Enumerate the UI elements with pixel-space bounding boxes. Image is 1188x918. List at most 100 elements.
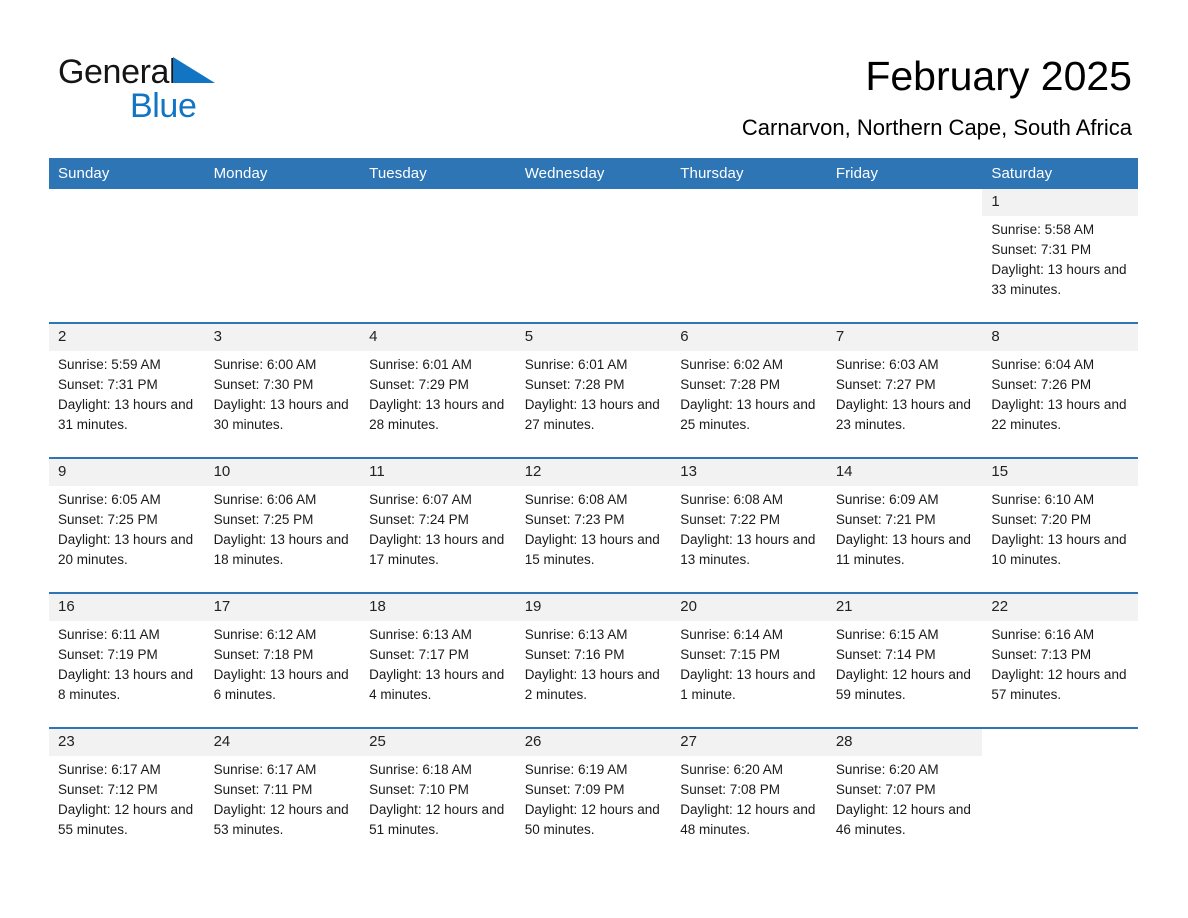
daylight-text: Daylight: 12 hours and 50 minutes.: [524, 802, 660, 837]
day-cell-content: 8 Sunrise: 6:04 AM Sunset: 7:26 PM Daylight…: [982, 324, 1138, 457]
calendar-day-cell[interactable]: 11 Sunrise: 6:07 AM Sunset: 7:24 PM Dayligh…: [360, 457, 516, 593]
sunrise-text: Sunrise: 5:59 AM: [58, 357, 161, 372]
calendar-day-cell[interactable]: 5 Sunrise: 6:01 AM Sunset: 7:28 PM Daylight…: [515, 322, 672, 458]
calendar-day-cell[interactable]: 18 Sunrise: 6:13 AM Sunset: 7:17 PM Dayligh…: [360, 592, 516, 728]
daylight-text: Daylight: 12 hours and 55 minutes.: [58, 802, 194, 837]
sunset-text: Sunset: 7:30 PM: [213, 377, 314, 392]
day-sun-info: Sunrise: 6:12 AM Sunset: 7:18 PM Daylight:…: [205, 621, 361, 705]
calendar-day-cell[interactable]: 16 Sunrise: 6:11 AM Sunset: 7:19 PM Dayligh…: [49, 592, 205, 728]
weekday-header-monday: Monday: [204, 158, 361, 189]
calendar-day-cell[interactable]: 20 Sunrise: 6:14 AM Sunset: 7:15 PM Dayligh…: [671, 592, 827, 728]
sunset-text: Sunset: 7:07 PM: [835, 782, 936, 797]
calendar-day-cell[interactable]: 6 Sunrise: 6:02 AM Sunset: 7:28 PM Daylight…: [671, 322, 827, 458]
sunset-text: Sunset: 7:31 PM: [58, 377, 158, 392]
day-sun-info: Sunrise: 6:02 AM Sunset: 7:28 PM Daylight:…: [671, 351, 827, 435]
calendar-day-cell[interactable]: 22 Sunrise: 6:16 AM Sunset: 7:13 PM Dayligh…: [982, 592, 1138, 728]
sunset-text: Sunset: 7:24 PM: [369, 512, 469, 527]
day-sun-info: Sunrise: 6:07 AM Sunset: 7:24 PM Daylight:…: [360, 486, 516, 570]
weekday-header-tuesday: Tuesday: [360, 158, 516, 189]
calendar-day-cell[interactable]: 23 Sunrise: 6:17 AM Sunset: 7:12 PM Dayligh…: [49, 727, 205, 862]
day-cell-content: 19 Sunrise: 6:13 AM Sunset: 7:16 PM Dayligh…: [515, 594, 672, 727]
day-number: 25: [360, 729, 516, 756]
day-cell-content: 1 Sunrise: 5:58 AM Sunset: 7:31 PM Daylight…: [982, 189, 1138, 322]
sunrise-text: Sunrise: 6:06 AM: [213, 492, 317, 507]
calendar-body: 1 Sunrise: 5:58 AM Sunset: 7:31 PM Daylight…: [49, 189, 1138, 862]
weekday-header-wednesday: Wednesday: [515, 158, 672, 189]
calendar-day-cell[interactable]: 19 Sunrise: 6:13 AM Sunset: 7:16 PM Dayligh…: [515, 592, 672, 728]
sunset-text: Sunset: 7:14 PM: [835, 647, 936, 662]
day-cell-content: 26 Sunrise: 6:19 AM Sunset: 7:09 PM Dayligh…: [515, 729, 672, 862]
weekday-header-sunday: Sunday: [49, 158, 205, 189]
day-cell-content: 18 Sunrise: 6:13 AM Sunset: 7:17 PM Dayligh…: [360, 594, 516, 727]
calendar-day-cell[interactable]: 14 Sunrise: 6:09 AM Sunset: 7:21 PM Dayligh…: [826, 457, 983, 593]
sunrise-text: Sunrise: 6:03 AM: [835, 357, 939, 372]
daylight-text: Daylight: 13 hours and 33 minutes.: [991, 262, 1127, 297]
day-number: 6: [671, 324, 827, 351]
day-cell-content: 25 Sunrise: 6:18 AM Sunset: 7:10 PM Dayligh…: [360, 729, 516, 862]
sunrise-text: Sunrise: 6:08 AM: [524, 492, 628, 507]
calendar-week-row: 2 Sunrise: 5:59 AM Sunset: 7:31 PM Daylight…: [49, 322, 1138, 458]
sunrise-text: Sunrise: 6:18 AM: [369, 762, 472, 777]
day-cell-content: 5 Sunrise: 6:01 AM Sunset: 7:28 PM Daylight…: [515, 324, 672, 457]
daylight-text: Daylight: 13 hours and 13 minutes.: [680, 532, 816, 567]
calendar-day-cell[interactable]: 10 Sunrise: 6:06 AM Sunset: 7:25 PM Dayligh…: [204, 457, 361, 593]
page-header: General Blue February 2025 Carnarvon, No…: [0, 0, 1188, 152]
sunrise-text: Sunrise: 6:13 AM: [524, 627, 628, 642]
calendar-day-cell[interactable]: 2 Sunrise: 5:59 AM Sunset: 7:31 PM Daylight…: [49, 322, 205, 458]
day-cell-content: [516, 189, 672, 322]
day-cell-content: [360, 189, 516, 322]
daylight-text: Daylight: 13 hours and 8 minutes.: [58, 667, 194, 702]
day-cell-content: 27 Sunrise: 6:20 AM Sunset: 7:08 PM Dayligh…: [671, 729, 827, 862]
calendar-day-cell[interactable]: 7 Sunrise: 6:03 AM Sunset: 7:27 PM Daylight…: [826, 322, 983, 458]
sunrise-text: Sunrise: 5:58 AM: [991, 222, 1095, 237]
calendar-day-cell[interactable]: 25 Sunrise: 6:18 AM Sunset: 7:10 PM Dayligh…: [360, 727, 516, 862]
calendar-day-cell[interactable]: 4 Sunrise: 6:01 AM Sunset: 7:29 PM Daylight…: [360, 322, 516, 458]
calendar-day-cell[interactable]: 12 Sunrise: 6:08 AM Sunset: 7:23 PM Dayligh…: [515, 457, 672, 593]
day-sun-info: Sunrise: 6:20 AM Sunset: 7:08 PM Daylight:…: [671, 756, 827, 840]
calendar-day-cell[interactable]: 27 Sunrise: 6:20 AM Sunset: 7:08 PM Dayligh…: [671, 727, 827, 862]
calendar-day-cell[interactable]: 17 Sunrise: 6:12 AM Sunset: 7:18 PM Dayligh…: [204, 592, 361, 728]
calendar-day-cell[interactable]: 9 Sunrise: 6:05 AM Sunset: 7:25 PM Daylight…: [49, 457, 205, 593]
day-sun-info: Sunrise: 6:03 AM Sunset: 7:27 PM Daylight:…: [827, 351, 983, 435]
day-sun-info: Sunrise: 6:01 AM Sunset: 7:28 PM Daylight:…: [516, 351, 672, 435]
day-number: 9: [49, 459, 205, 486]
day-number: 3: [204, 324, 361, 351]
sunset-text: Sunset: 7:23 PM: [524, 512, 625, 527]
calendar-week-row: 16 Sunrise: 6:11 AM Sunset: 7:19 PM Dayligh…: [49, 592, 1138, 728]
calendar-day-cell[interactable]: 8 Sunrise: 6:04 AM Sunset: 7:26 PM Daylight…: [982, 322, 1138, 458]
day-number: 1: [982, 189, 1138, 216]
sunrise-text: Sunrise: 6:17 AM: [58, 762, 161, 777]
day-sun-info: Sunrise: 6:00 AM Sunset: 7:30 PM Daylight:…: [205, 351, 361, 435]
daylight-text: Daylight: 12 hours and 48 minutes.: [680, 802, 816, 837]
sunset-text: Sunset: 7:15 PM: [680, 647, 781, 662]
sunset-text: Sunset: 7:17 PM: [369, 647, 469, 662]
daylight-text: Daylight: 12 hours and 53 minutes.: [213, 802, 349, 837]
daylight-text: Daylight: 13 hours and 30 minutes.: [213, 397, 349, 432]
logo-line-1: General: [58, 52, 298, 92]
day-number: 23: [49, 729, 205, 756]
day-cell-content: 3 Sunrise: 6:00 AM Sunset: 7:30 PM Daylight…: [204, 324, 361, 457]
calendar-day-cell[interactable]: 3 Sunrise: 6:00 AM Sunset: 7:30 PM Daylight…: [204, 322, 361, 458]
daylight-text: Daylight: 13 hours and 15 minutes.: [524, 532, 660, 567]
calendar-day-cell[interactable]: 21 Sunrise: 6:15 AM Sunset: 7:14 PM Dayligh…: [826, 592, 983, 728]
daylight-text: Daylight: 13 hours and 20 minutes.: [58, 532, 194, 567]
day-number: 12: [515, 459, 672, 486]
calendar-day-cell[interactable]: 26 Sunrise: 6:19 AM Sunset: 7:09 PM Dayligh…: [515, 727, 672, 862]
daylight-text: Daylight: 13 hours and 25 minutes.: [680, 397, 816, 432]
day-sun-info: Sunrise: 5:58 AM Sunset: 7:31 PM Daylight:…: [982, 216, 1138, 300]
calendar-day-cell[interactable]: 24 Sunrise: 6:17 AM Sunset: 7:11 PM Dayligh…: [204, 727, 361, 862]
day-sun-info: Sunrise: 6:17 AM Sunset: 7:11 PM Daylight:…: [205, 756, 361, 840]
day-sun-info: Sunrise: 6:08 AM Sunset: 7:22 PM Daylight:…: [671, 486, 827, 570]
day-sun-info: Sunrise: 6:19 AM Sunset: 7:09 PM Daylight:…: [516, 756, 672, 840]
calendar-day-cell[interactable]: 13 Sunrise: 6:08 AM Sunset: 7:22 PM Dayligh…: [671, 457, 827, 593]
day-number: [827, 189, 983, 216]
calendar-day-cell[interactable]: 1 Sunrise: 5:58 AM Sunset: 7:31 PM Daylight…: [982, 189, 1138, 323]
daylight-text: Daylight: 13 hours and 28 minutes.: [369, 397, 505, 432]
sunrise-text: Sunrise: 6:07 AM: [369, 492, 472, 507]
daylight-text: Daylight: 12 hours and 51 minutes.: [369, 802, 505, 837]
sunrise-text: Sunrise: 6:14 AM: [680, 627, 784, 642]
day-cell-content: 2 Sunrise: 5:59 AM Sunset: 7:31 PM Daylight…: [49, 324, 205, 457]
sunrise-text: Sunrise: 6:02 AM: [680, 357, 784, 372]
calendar-day-cell[interactable]: 15 Sunrise: 6:10 AM Sunset: 7:20 PM Dayligh…: [982, 457, 1138, 593]
calendar-day-cell[interactable]: 28 Sunrise: 6:20 AM Sunset: 7:07 PM Dayligh…: [826, 727, 983, 862]
